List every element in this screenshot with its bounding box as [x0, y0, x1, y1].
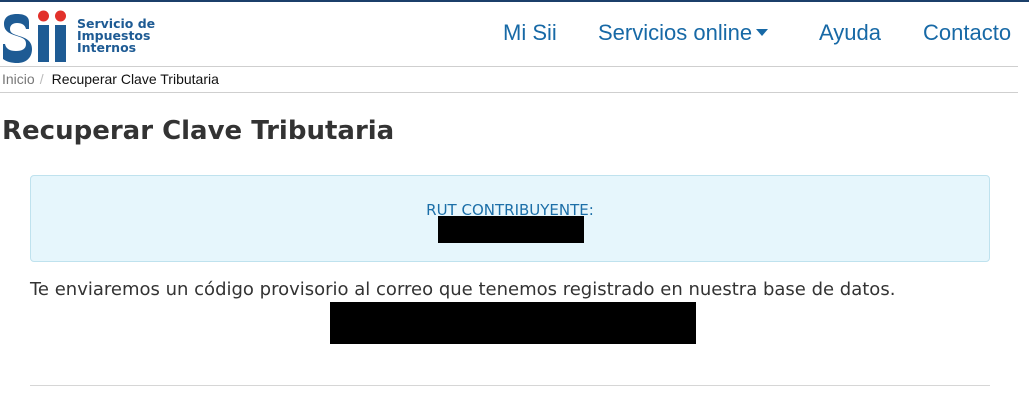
- page-title: Recuperar Clave Tributaria: [2, 116, 395, 146]
- breadcrumb: Inicio / Recuperar Clave Tributaria: [2, 71, 219, 87]
- main-nav: Mi Sii Servicios online Ayuda Contacto: [0, 20, 1029, 50]
- nav-servicios-online-label: Servicios online: [598, 20, 753, 45]
- breadcrumb-current: Recuperar Clave Tributaria: [51, 71, 219, 87]
- nav-ayuda[interactable]: Ayuda: [819, 20, 881, 46]
- content-divider: [30, 385, 990, 386]
- caret-down-icon: [756, 29, 769, 36]
- rut-info-box: RUT CONTRIBUYENTE:: [30, 175, 990, 262]
- instruction-message: Te enviaremos un código provisorio al co…: [30, 279, 896, 300]
- nav-mi-sii[interactable]: Mi Sii: [503, 20, 557, 46]
- nav-contacto[interactable]: Contacto: [923, 20, 1011, 46]
- nav-servicios-online[interactable]: Servicios online: [598, 20, 769, 46]
- redacted-rut-value: [438, 216, 584, 243]
- site-header: Servicio de Impuestos Internos Mi Sii Se…: [0, 2, 1029, 66]
- breadcrumb-divider: [0, 92, 1018, 93]
- redacted-email-value: [330, 302, 696, 344]
- breadcrumb-home-link[interactable]: Inicio: [2, 71, 35, 87]
- breadcrumb-separator: /: [39, 71, 44, 87]
- header-divider: [0, 66, 1018, 67]
